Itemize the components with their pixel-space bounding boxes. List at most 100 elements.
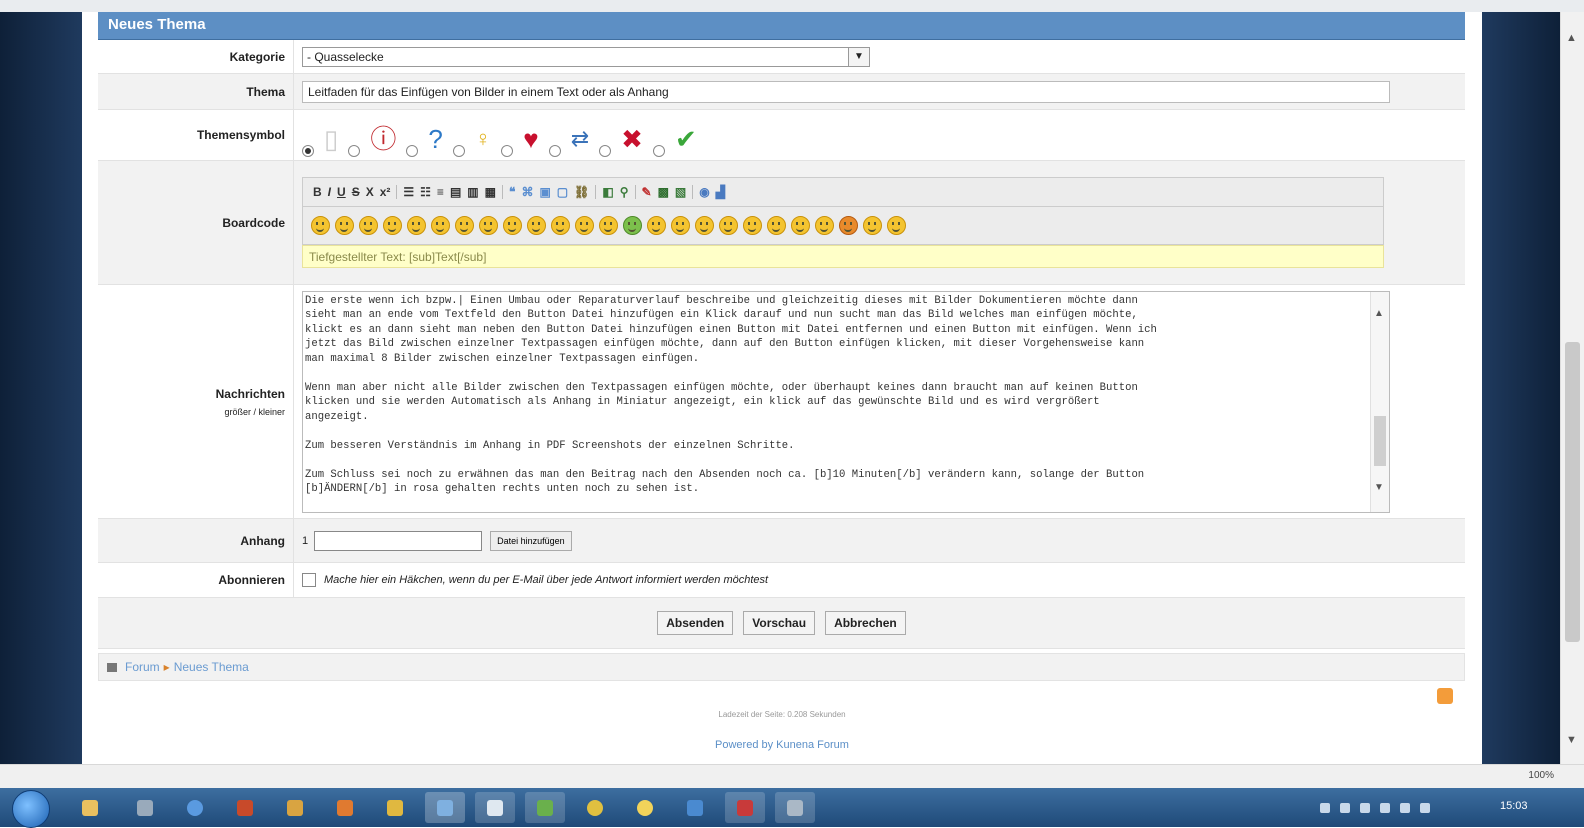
justify-icon[interactable]: ▦: [485, 185, 496, 199]
tray-icon[interactable]: [1360, 802, 1370, 813]
taskbar-app[interactable]: [70, 792, 110, 823]
help-icon[interactable]: ◉: [699, 185, 709, 199]
radio-icon-exclamation[interactable]: [348, 145, 361, 157]
powered-by-link[interactable]: Powered by Kunena Forum: [82, 739, 1482, 751]
thema-input[interactable]: Leitfaden für das Einfügen von Bilder in…: [302, 80, 1390, 103]
zoom-level[interactable]: 100%: [1528, 770, 1554, 781]
taskbar-app[interactable]: [175, 792, 215, 823]
taskbar-app[interactable]: [775, 792, 815, 823]
subscribe-checkbox[interactable]: [302, 573, 316, 587]
bold-button[interactable]: B: [313, 185, 322, 199]
smiley-icon[interactable]: [359, 216, 378, 235]
submit-button[interactable]: Absenden: [657, 611, 734, 635]
smiley-icon[interactable]: [791, 216, 810, 235]
search-icon[interactable]: ⚲: [620, 185, 629, 199]
taskbar-app[interactable]: [525, 792, 565, 823]
ordered-list-icon[interactable]: ☷: [420, 185, 431, 199]
scrollbar-thumb[interactable]: [1565, 342, 1580, 642]
smiley-icon[interactable]: [335, 216, 354, 235]
taskbar-app[interactable]: [325, 792, 365, 823]
smiley-icon[interactable]: [623, 216, 642, 235]
volume-icon[interactable]: [1400, 802, 1410, 813]
radio-icon-question[interactable]: [406, 145, 419, 157]
taskbar-app[interactable]: [225, 792, 265, 823]
chevron-down-icon[interactable]: ▼: [1374, 482, 1384, 493]
align-center-icon[interactable]: ▤: [450, 185, 461, 199]
table-icon[interactable]: ▣: [539, 185, 550, 199]
taskbar-app[interactable]: [125, 792, 165, 823]
smiley-icon[interactable]: [743, 216, 762, 235]
smiley-icon[interactable]: [767, 216, 786, 235]
smiley-icon[interactable]: [455, 216, 474, 235]
superscript-button[interactable]: x²: [380, 185, 391, 199]
radio-icon-idea[interactable]: [452, 145, 465, 157]
radio-icon-merge[interactable]: [548, 145, 561, 157]
browser-scrollbar[interactable]: ▲ ▼: [1560, 12, 1584, 764]
chevron-down-icon[interactable]: ▼: [848, 47, 869, 66]
italic-button[interactable]: I: [328, 185, 331, 199]
smiley-icon[interactable]: [695, 216, 714, 235]
taskbar-app[interactable]: [675, 792, 715, 823]
taskbar-app-active[interactable]: [425, 792, 465, 823]
code-icon[interactable]: ⌘: [521, 185, 533, 199]
subscript-button[interactable]: X: [366, 185, 374, 199]
tray-icon[interactable]: [1420, 802, 1430, 813]
add-file-button[interactable]: Datei hinzufügen: [490, 530, 572, 551]
chart-icon[interactable]: ▟: [716, 185, 725, 199]
preview-button[interactable]: Vorschau: [743, 611, 816, 635]
smiley-icon[interactable]: [647, 216, 666, 235]
align-left-icon[interactable]: ≡: [437, 185, 444, 199]
radio-icon-check[interactable]: [652, 145, 665, 157]
resize-links[interactable]: größer / kleiner: [224, 407, 285, 417]
kategorie-select[interactable]: - Quasselecke ▼: [302, 46, 870, 67]
rss-icon[interactable]: [1437, 688, 1453, 704]
smiley-icon[interactable]: [311, 216, 330, 235]
start-button[interactable]: [12, 790, 50, 828]
smiley-icon[interactable]: [383, 216, 402, 235]
smiley-icon[interactable]: [839, 216, 858, 235]
message-text[interactable]: Die erste wenn ich bzpw.| Einen Umbau od…: [303, 294, 1369, 510]
taskbar-app[interactable]: [725, 792, 765, 823]
smiley-icon[interactable]: [527, 216, 546, 235]
strike-button[interactable]: S: [352, 185, 360, 199]
smiley-icon[interactable]: [431, 216, 450, 235]
network-icon[interactable]: [1380, 802, 1390, 813]
radio-icon-love[interactable]: [501, 145, 514, 157]
link-icon[interactable]: ⛓: [574, 185, 589, 199]
smiley-icon[interactable]: [719, 216, 738, 235]
map-icon[interactable]: ◧: [602, 185, 613, 199]
video-icon[interactable]: ▧: [675, 185, 686, 199]
message-scrollbar[interactable]: ▲ ▼: [1370, 291, 1389, 512]
taskbar-clock[interactable]: 15:03: [1500, 800, 1528, 812]
taskbar-app[interactable]: [625, 792, 665, 823]
smiley-icon[interactable]: [575, 216, 594, 235]
image-icon[interactable]: ▢: [557, 185, 568, 199]
smiley-icon[interactable]: [551, 216, 570, 235]
smiley-icon[interactable]: [863, 216, 882, 235]
tray-icon[interactable]: [1340, 802, 1350, 813]
smiley-icon[interactable]: [407, 216, 426, 235]
cancel-button[interactable]: Abbrechen: [825, 611, 906, 635]
message-scrollbar-thumb[interactable]: [1374, 415, 1386, 466]
breadcrumb-current[interactable]: Neues Thema: [174, 660, 249, 674]
smiley-icon[interactable]: [503, 216, 522, 235]
smiley-icon[interactable]: [671, 216, 690, 235]
spoiler-icon[interactable]: ▩: [658, 185, 669, 199]
taskbar-app[interactable]: [475, 792, 515, 823]
smiley-icon[interactable]: [815, 216, 834, 235]
attachment-file-input[interactable]: [314, 530, 483, 551]
radio-icon-default[interactable]: [302, 145, 314, 157]
taskbar-app[interactable]: [575, 792, 615, 823]
align-right-icon[interactable]: ▥: [467, 185, 478, 199]
taskbar-app[interactable]: [275, 792, 315, 823]
underline-button[interactable]: U: [337, 185, 346, 199]
smiley-icon[interactable]: [479, 216, 498, 235]
tray-arrow-icon[interactable]: [1320, 802, 1330, 813]
scroll-up-icon[interactable]: ▲: [1566, 32, 1577, 44]
list-icon[interactable]: ☰: [403, 185, 414, 199]
scroll-down-icon[interactable]: ▼: [1566, 734, 1577, 746]
radio-icon-cross[interactable]: [599, 145, 612, 157]
smiley-icon[interactable]: [599, 216, 618, 235]
quote-icon[interactable]: ❝: [509, 185, 515, 199]
smiley-icon[interactable]: [887, 216, 906, 235]
